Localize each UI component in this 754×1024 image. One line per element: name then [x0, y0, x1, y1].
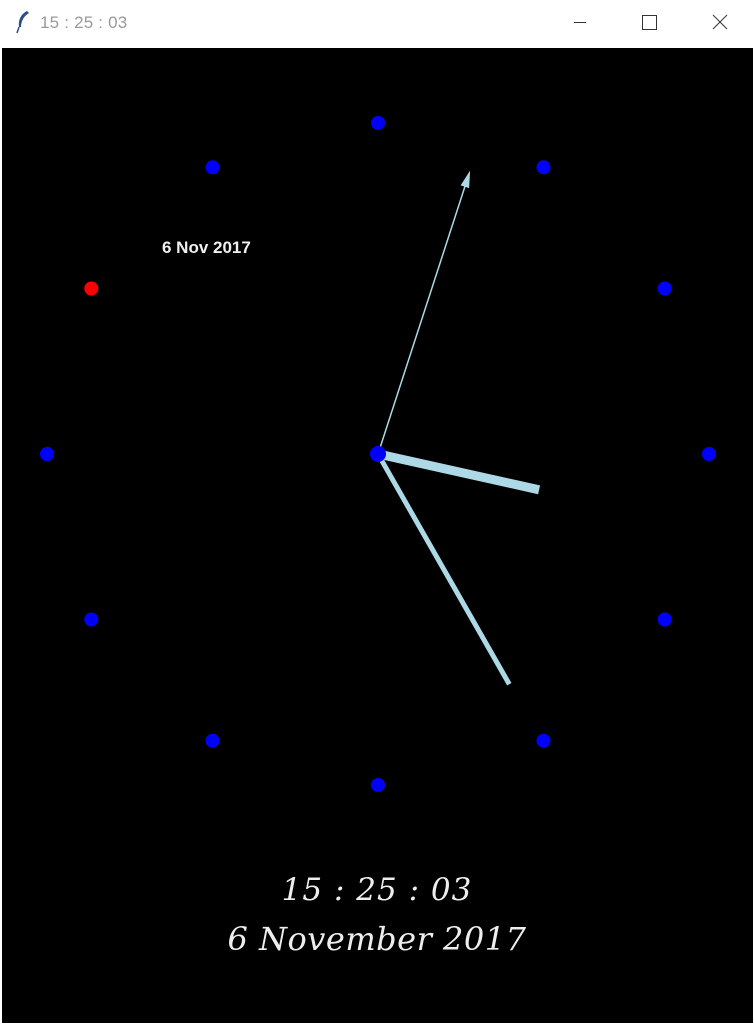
- second-hand-arrowhead: [460, 170, 471, 189]
- hour-marker-6: [371, 778, 385, 792]
- second-hand: [377, 173, 470, 455]
- window-title: 15 : 25 : 03: [40, 13, 128, 32]
- title-bar[interactable]: 15 : 25 : 03: [0, 0, 754, 46]
- hour-hand: [377, 449, 541, 495]
- close-button[interactable]: [690, 0, 750, 46]
- small-date-label: 6 Nov 2017: [162, 238, 251, 257]
- hour-marker-7: [205, 733, 220, 748]
- feather-icon: [14, 10, 32, 34]
- hour-marker-5: [536, 733, 551, 748]
- hour-marker-4: [657, 612, 672, 627]
- hour-marker-3: [702, 447, 716, 461]
- clock-window: 15 : 25 : 03 6 Nov 2017 15 : 25 : 03 6 N…: [0, 0, 754, 1024]
- hour-marker-9: [40, 447, 54, 461]
- maximize-icon: [642, 15, 657, 30]
- maximize-button[interactable]: [619, 0, 679, 46]
- close-icon: [712, 14, 728, 30]
- hour-marker-1: [536, 160, 551, 175]
- hour-marker-8: [84, 612, 99, 627]
- minimize-button[interactable]: [550, 0, 610, 46]
- hour-marker-11: [205, 160, 220, 175]
- minimize-icon: [574, 22, 586, 23]
- digital-date: 6 November 2017: [227, 920, 527, 958]
- minute-hand: [375, 452, 512, 686]
- clock-center-hub: [370, 446, 386, 462]
- hour-marker-12: [371, 116, 385, 130]
- hour-marker-2: [657, 281, 672, 296]
- hour-marker-current-10: [84, 281, 99, 296]
- digital-time: 15 : 25 : 03: [281, 872, 473, 908]
